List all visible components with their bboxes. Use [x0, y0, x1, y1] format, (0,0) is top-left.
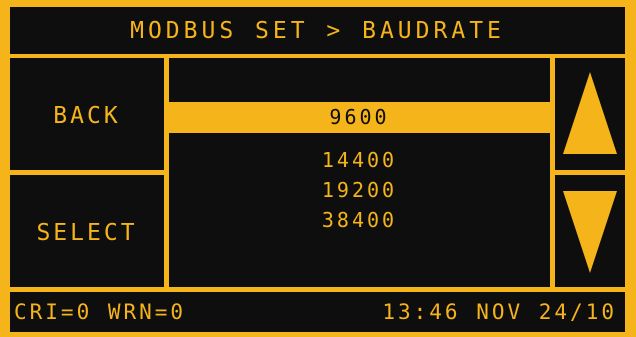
arrow-up-icon [563, 72, 617, 154]
alarm-counts: CRI=0 WRN=0 [14, 300, 187, 324]
page-title: MODBUS SET > BAUDRATE [130, 18, 505, 44]
scroll-down-button[interactable] [555, 175, 625, 287]
hmi-screen: MODBUS SET > BAUDRATE BACK SELECT 9600 1… [0, 0, 636, 337]
status-bar: CRI=0 WRN=0 13:46 NOV 24/10 [10, 292, 625, 332]
back-button[interactable]: BACK [10, 58, 164, 170]
select-button-label: SELECT [36, 220, 138, 246]
list-item-9600[interactable]: 9600 [169, 102, 550, 133]
list-item-19200[interactable]: 19200 [169, 175, 550, 206]
arrow-down-icon [563, 191, 617, 273]
scroll-up-button[interactable] [555, 58, 625, 170]
status-datetime: 13:46 NOV 24/10 [382, 300, 617, 324]
select-button[interactable]: SELECT [10, 175, 164, 287]
title-bar: MODBUS SET > BAUDRATE [10, 7, 625, 54]
list-item-14400[interactable]: 14400 [169, 145, 550, 176]
baudrate-list: 9600 14400 19200 38400 [169, 58, 550, 287]
back-button-label: BACK [53, 103, 121, 129]
list-item-38400[interactable]: 38400 [169, 205, 550, 236]
